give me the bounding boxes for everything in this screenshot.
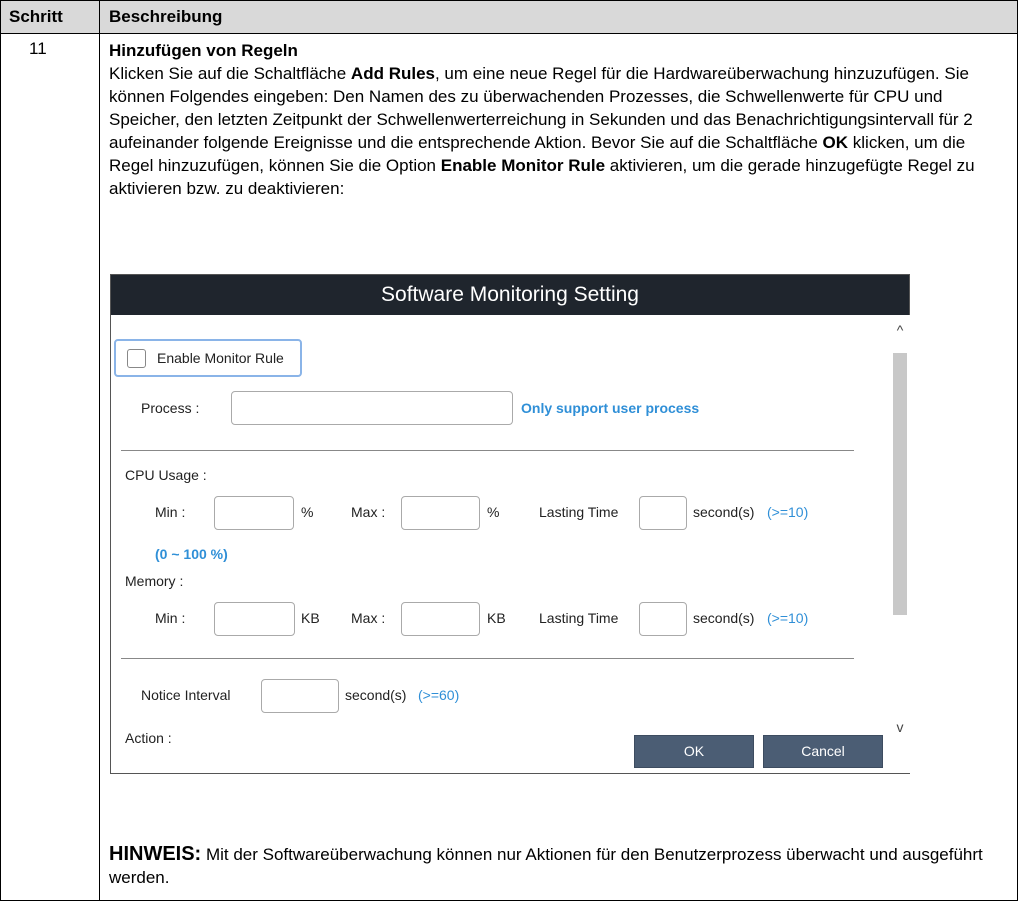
cpu-seconds-label: second(s) — [693, 504, 755, 520]
dialog-scrollbar[interactable]: ^ v — [889, 315, 910, 773]
scroll-up-icon[interactable]: ^ — [890, 321, 910, 339]
dialog-title: Software Monitoring Setting — [111, 275, 909, 315]
cpu-max-label: Max : — [351, 504, 386, 520]
document-table: Schritt Beschreibung 11 Hinzufügen von R… — [0, 0, 1018, 901]
process-label: Process : — [141, 400, 200, 416]
separator — [121, 658, 854, 659]
header-description: Beschreibung — [109, 7, 223, 26]
cpu-max-unit: % — [487, 504, 500, 520]
mem-lasting-hint: (>=10) — [767, 610, 809, 626]
mem-min-unit: KB — [301, 610, 320, 626]
mem-max-input[interactable] — [401, 602, 480, 636]
cancel-button[interactable]: Cancel — [763, 735, 883, 768]
notice-interval-hint: (>=60) — [418, 687, 460, 703]
mem-lasting-label: Lasting Time — [539, 610, 619, 626]
step-number: 11 — [29, 39, 47, 58]
notice-seconds-label: second(s) — [345, 687, 407, 703]
add-rules-term: Add Rules — [350, 64, 435, 83]
ok-button[interactable]: OK — [634, 735, 754, 768]
cpu-max-input[interactable] — [401, 496, 480, 530]
note: HINWEIS: Mit der Softwareüberwachung kön… — [109, 843, 1001, 889]
cpu-usage-label: CPU Usage : — [125, 467, 207, 483]
note-text: Mit der Softwareüberwachung können nur A… — [109, 845, 983, 887]
column-divider — [99, 1, 100, 900]
enable-rule-checkbox[interactable] — [127, 349, 146, 368]
action-label: Action : — [125, 730, 172, 746]
cpu-lasting-label: Lasting Time — [539, 504, 619, 520]
cpu-lasting-hint: (>=10) — [767, 504, 809, 520]
scrollbar-thumb[interactable] — [893, 353, 907, 615]
memory-label: Memory : — [125, 573, 184, 589]
mem-min-label: Min : — [155, 610, 186, 626]
header-step: Schritt — [9, 7, 63, 26]
body-text: Klicken Sie auf die Schaltfläche — [109, 64, 351, 83]
notice-interval-label: Notice Interval — [141, 687, 231, 703]
table-header: Schritt Beschreibung — [1, 1, 1017, 34]
mem-seconds-label: second(s) — [693, 610, 755, 626]
process-hint: Only support user process — [521, 400, 700, 416]
enable-rule-label: Enable Monitor Rule — [157, 350, 284, 366]
note-keyword: HINWEIS: — [109, 843, 202, 865]
enable-rule-term: Enable Monitor Rule — [440, 156, 606, 175]
step-title: Hinzufügen von Regeln — [109, 41, 298, 60]
cpu-range-hint: (0 ~ 100 %) — [155, 546, 228, 562]
step-description: Hinzufügen von Regeln Klicken Sie auf di… — [109, 39, 1001, 200]
process-input[interactable] — [231, 391, 513, 425]
mem-min-input[interactable] — [214, 602, 295, 636]
cpu-min-input[interactable] — [214, 496, 294, 530]
ok-term: OK — [822, 133, 849, 152]
software-monitoring-dialog: Software Monitoring Setting Enable Monit… — [110, 274, 910, 774]
cpu-min-unit: % — [301, 504, 314, 520]
mem-max-unit: KB — [487, 610, 506, 626]
cpu-min-label: Min : — [155, 504, 186, 520]
step-body: Klicken Sie auf die Schaltfläche Add Rul… — [109, 62, 1001, 200]
cpu-lasting-input[interactable] — [639, 496, 687, 530]
enable-rule-wrapper[interactable]: Enable Monitor Rule — [114, 339, 302, 377]
separator — [121, 450, 854, 451]
mem-max-label: Max : — [351, 610, 386, 626]
scroll-down-icon[interactable]: v — [890, 718, 910, 736]
mem-lasting-input[interactable] — [639, 602, 687, 636]
notice-interval-input[interactable] — [261, 679, 339, 713]
dialog-body: Enable Monitor Rule Process : Only suppo… — [111, 315, 910, 775]
